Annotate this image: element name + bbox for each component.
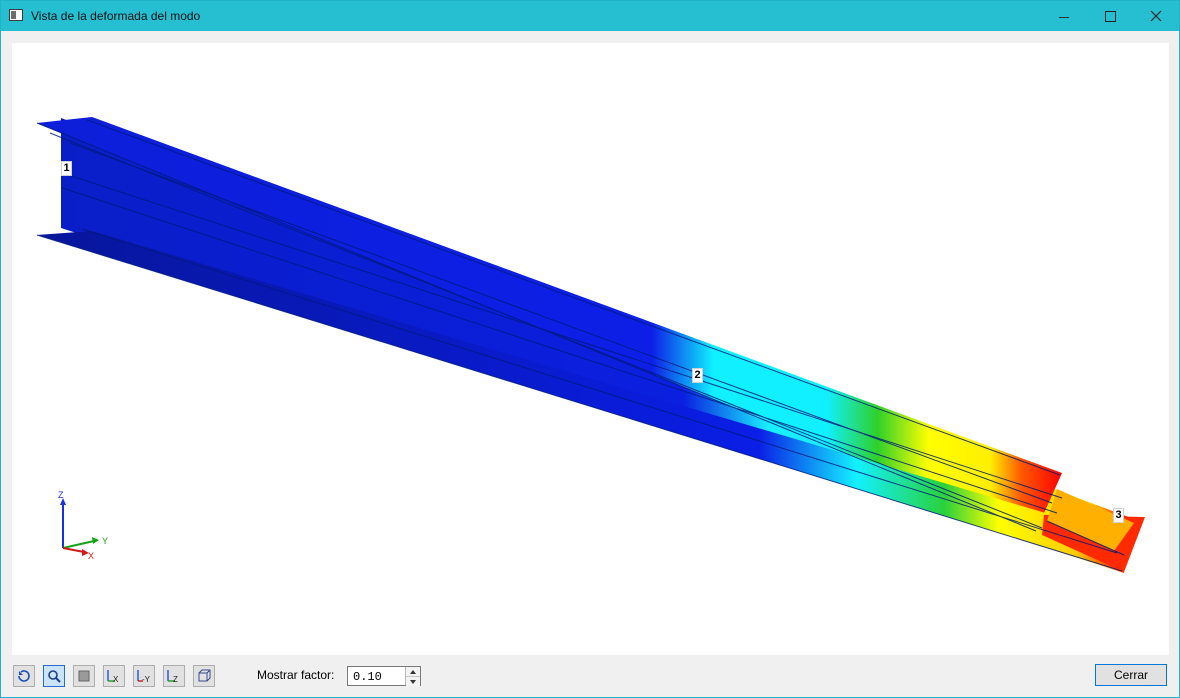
fill-view-icon xyxy=(78,670,90,682)
bottom-toolbar: X -Y Z Mostrar factor: 0.10 Cerrar xyxy=(1,659,1179,697)
chevron-down-icon xyxy=(410,679,416,684)
chevron-up-icon xyxy=(410,669,416,674)
node-1-label: 1 xyxy=(61,161,72,176)
close-window-button[interactable] xyxy=(1133,1,1179,31)
axis-x-label: X xyxy=(88,551,94,561)
deformed-mode-view: Z Y X xyxy=(36,117,1145,573)
factor-decrease-button[interactable] xyxy=(406,677,420,686)
axis-y-label: Y xyxy=(102,536,108,546)
close-button[interactable]: Cerrar xyxy=(1095,664,1167,686)
beam-bottom-flange xyxy=(37,231,1130,571)
zoom-icon xyxy=(48,670,61,683)
dialog-window: Vista de la deformada del modo Z Y X 1 2… xyxy=(0,0,1180,698)
view-minus-y-button[interactable]: -Y xyxy=(133,665,155,687)
factor-increase-button[interactable] xyxy=(406,667,420,677)
fill-view-button[interactable] xyxy=(73,665,95,687)
factor-value[interactable]: 0.10 xyxy=(353,670,382,684)
isometric-view-icon xyxy=(198,669,211,682)
view-x-icon: X xyxy=(107,670,119,684)
factor-stepper[interactable]: 0.10 xyxy=(347,666,421,686)
svg-text:Z: Z xyxy=(173,675,178,684)
close-icon xyxy=(1150,10,1162,22)
view-z-icon: Z xyxy=(167,670,178,684)
window-title: Vista de la deformada del modo xyxy=(31,9,201,23)
zoom-button[interactable] xyxy=(43,665,65,687)
minimize-icon xyxy=(1059,16,1069,18)
factor-label: Mostrar factor: xyxy=(257,668,335,682)
node-2-label: 2 xyxy=(692,368,703,383)
axis-z-label: Z xyxy=(58,490,64,500)
view-x-button[interactable]: X xyxy=(103,665,125,687)
rotate-view-icon xyxy=(18,670,30,682)
svg-text:-Y: -Y xyxy=(142,675,151,684)
model-viewport[interactable]: Z Y X 1 2 3 xyxy=(12,43,1169,655)
node-3-label: 3 xyxy=(1113,508,1124,523)
title-bar[interactable]: Vista de la deformada del modo xyxy=(1,1,1179,31)
maximize-icon xyxy=(1104,10,1116,22)
view-z-button[interactable]: Z xyxy=(163,665,185,687)
beam-top-flange xyxy=(37,117,1062,531)
axis-triad: Z Y X xyxy=(58,490,108,561)
minimize-button[interactable] xyxy=(1041,1,1087,31)
view-minus-y-icon: -Y xyxy=(137,670,151,684)
factor-spin-buttons[interactable] xyxy=(405,667,420,686)
isometric-view-button[interactable] xyxy=(193,665,215,687)
window-icon xyxy=(9,9,23,21)
rotate-view-button[interactable] xyxy=(13,665,35,687)
maximize-button[interactable] xyxy=(1087,1,1133,31)
svg-text:X: X xyxy=(113,675,119,684)
